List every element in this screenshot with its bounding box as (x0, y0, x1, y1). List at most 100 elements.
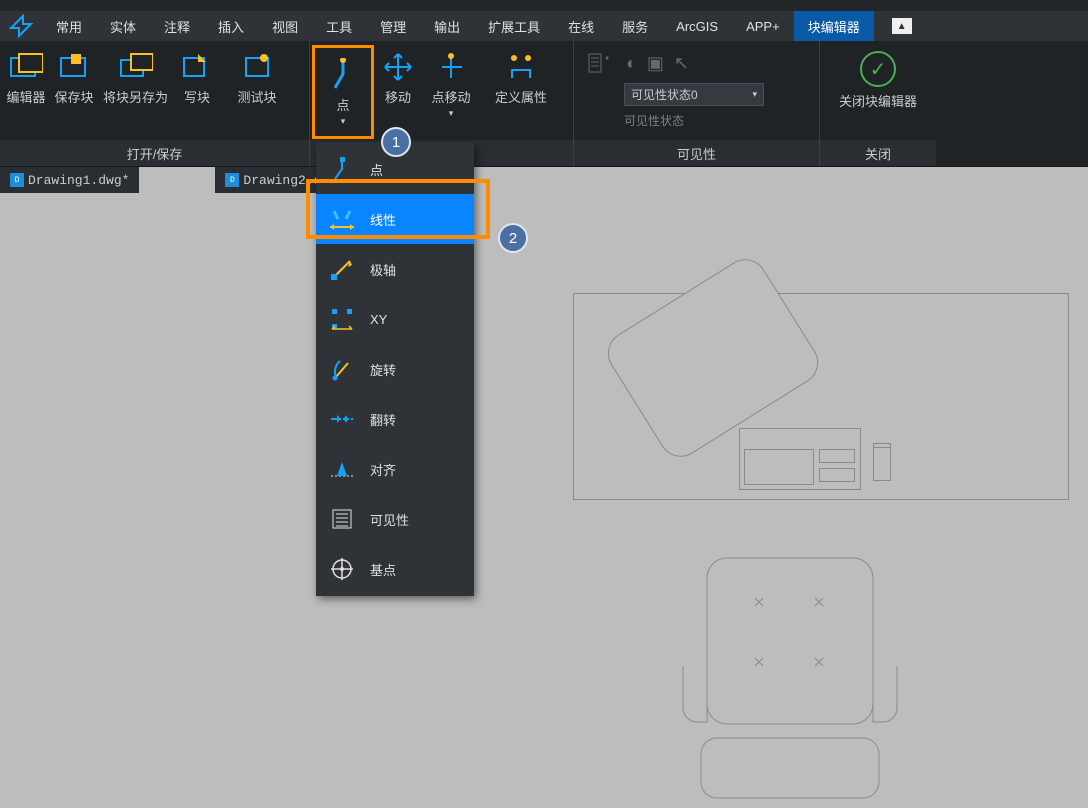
move-button[interactable]: 移动 (374, 45, 422, 110)
define-attribute-label: 定义属性 (495, 87, 547, 106)
write-block-button[interactable]: 写块 (173, 45, 221, 110)
dropdown-item-align-label: 对齐 (370, 460, 396, 479)
chevron-down-icon: ▾ (449, 108, 454, 119)
dropdown-item-flip[interactable]: 翻转 (316, 394, 474, 444)
save-block-as-icon (117, 49, 155, 85)
file-tab-drawing1[interactable]: D Drawing1.dwg* (0, 167, 139, 193)
tab-app-plus[interactable]: APP+ (732, 11, 794, 41)
dropdown-item-linear[interactable]: 线性 (316, 194, 474, 244)
test-block-button[interactable]: 测试块 (228, 45, 286, 110)
callout-2: 2 (498, 223, 528, 253)
tab-ext-tools[interactable]: 扩展工具 (474, 11, 554, 41)
move-label: 移动 (385, 87, 411, 106)
minimize-ribbon-button[interactable]: ▲ (892, 18, 912, 34)
dropdown-item-visibility[interactable]: 可见性 (316, 494, 474, 544)
tab-insert[interactable]: 插入 (204, 11, 258, 41)
file-tab-1-label: Drawing1.dwg* (28, 173, 129, 188)
dropdown-item-linear-label: 线性 (370, 210, 396, 229)
dropdown-item-visibility-label: 可见性 (370, 510, 409, 529)
dropdown-item-polar[interactable]: 极轴 (316, 244, 474, 294)
app-logo (0, 11, 42, 41)
xy-icon (328, 305, 356, 333)
dropdown-item-flip-label: 翻转 (370, 410, 396, 429)
tab-solid[interactable]: 实体 (96, 11, 150, 41)
tab-output[interactable]: 输出 (420, 11, 474, 41)
ribbon-group-visibility-label: 可见性 (574, 140, 819, 166)
dropdown-item-xy-label: XY (370, 312, 387, 327)
tab-online[interactable]: 在线 (554, 11, 608, 41)
dropdown-item-align[interactable]: 对齐 (316, 444, 474, 494)
save-block-icon (55, 49, 93, 85)
dropdown-item-rotate-label: 旋转 (370, 360, 396, 379)
editor-button[interactable]: 编辑器 (2, 45, 50, 110)
dwg-file-icon: D (10, 173, 24, 187)
ribbon-group-open-save-label: 打开/保存 (0, 140, 309, 166)
visibility-state-select[interactable]: 可见性状态0 ▾ (624, 83, 764, 106)
visibility-list-icon (328, 505, 356, 533)
dwg-file-icon: D (225, 173, 239, 187)
quick-access-toolbar (0, 0, 1088, 11)
tab-arcgis[interactable]: ArcGIS (662, 11, 732, 41)
save-block-as-button[interactable]: 将块另存为 (98, 45, 173, 110)
point-move-icon (432, 49, 470, 85)
polar-icon (328, 255, 356, 283)
ribbon-tab-bar: 常用 实体 注释 插入 视图 工具 管理 输出 扩展工具 在线 服务 ArcGI… (0, 11, 1088, 41)
drawing-canvas[interactable] (0, 193, 1088, 793)
visibility-list-icon (586, 49, 614, 77)
visibility-state-label: 可见性状态 (624, 112, 684, 129)
linear-icon (328, 205, 356, 233)
align-icon (328, 455, 356, 483)
tab-tools[interactable]: 工具 (312, 11, 366, 41)
base-point-icon (328, 555, 356, 583)
tab-block-editor[interactable]: 块编辑器 (794, 11, 874, 41)
check-circle-icon: ✓ (860, 51, 896, 87)
test-block-label: 测试块 (237, 87, 276, 106)
chevron-down-icon: ▾ (341, 116, 346, 127)
tab-common[interactable]: 常用 (42, 11, 96, 41)
visibility-tool-icons: ◐ ▣ ↖ (626, 53, 689, 74)
ribbon-group-close-label: 关闭 (820, 140, 936, 166)
move-icon (379, 49, 417, 85)
editor-icon (7, 49, 45, 85)
dropdown-item-rotate[interactable]: 旋转 (316, 344, 474, 394)
close-block-editor-button[interactable]: ✓ 关闭块编辑器 (819, 45, 937, 110)
write-block-label: 写块 (184, 87, 210, 106)
test-block-icon (238, 49, 276, 85)
editor-label: 编辑器 (6, 87, 45, 106)
point-param-dropdown-button[interactable]: 点 ▾ (312, 45, 374, 139)
chevron-down-icon: ▾ (752, 89, 757, 100)
vis-hide-icon[interactable]: ▣ (647, 53, 664, 74)
point-move-button[interactable]: 点移动 ▾ (422, 45, 480, 123)
vis-cursor-icon[interactable]: ↖ (674, 53, 689, 74)
dropdown-item-xy[interactable]: XY (316, 294, 474, 344)
dropdown-item-base[interactable]: 基点 (316, 544, 474, 594)
vis-show-icon[interactable]: ◐ (626, 53, 637, 74)
point-param-dropdown-menu: 点 线性 极轴 XY 旋转 翻转 对齐 (316, 142, 474, 596)
close-block-editor-label: 关闭块编辑器 (839, 91, 917, 110)
define-attribute-button[interactable]: 定义属性 (487, 45, 555, 110)
point-param-icon (324, 57, 362, 93)
save-block-label: 保存块 (54, 87, 93, 106)
dropdown-item-point-label: 点 (370, 160, 383, 179)
write-block-icon (178, 49, 216, 85)
point-icon (328, 155, 356, 183)
tab-manage[interactable]: 管理 (366, 11, 420, 41)
visibility-state-value: 可见性状态0 (631, 86, 698, 103)
file-tab-drawing2[interactable]: D Drawing2.d (215, 167, 331, 193)
save-block-as-label: 将块另存为 (103, 87, 168, 106)
save-block-button[interactable]: 保存块 (50, 45, 98, 110)
ribbon: 编辑器 保存块 将块另存为 写块 (0, 41, 1088, 167)
dropdown-item-polar-label: 极轴 (370, 260, 396, 279)
callout-1: 1 (381, 127, 411, 157)
tab-view[interactable]: 视图 (258, 11, 312, 41)
point-move-label: 点移动 (431, 87, 470, 106)
document-tabs: D Drawing1.dwg* D Drawing2.d (0, 167, 1088, 193)
dropdown-item-base-label: 基点 (370, 560, 396, 579)
rotate-icon (328, 355, 356, 383)
point-param-label: 点 (336, 95, 349, 114)
tab-annotate[interactable]: 注释 (150, 11, 204, 41)
tab-services[interactable]: 服务 (608, 11, 662, 41)
flip-icon (328, 405, 356, 433)
file-tab-2-label: Drawing2.d (243, 173, 321, 188)
define-attribute-icon (502, 49, 540, 85)
